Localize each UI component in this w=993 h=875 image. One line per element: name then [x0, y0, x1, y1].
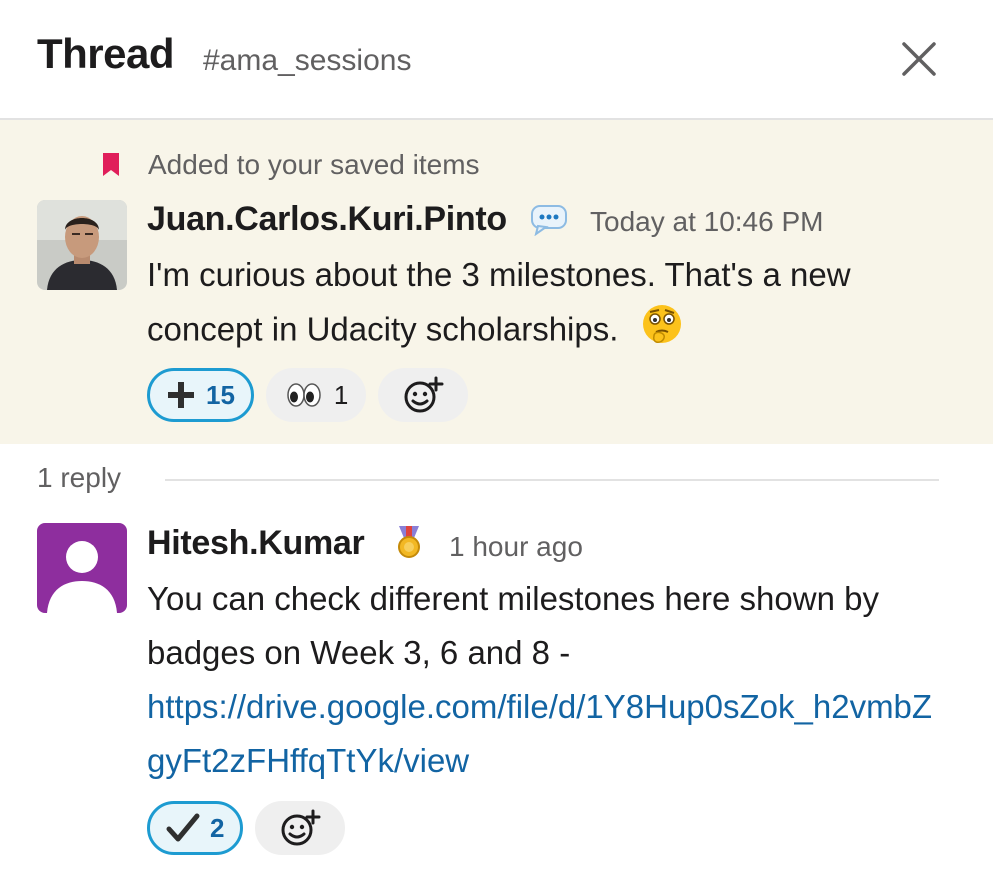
- add-reaction-button[interactable]: [378, 368, 469, 422]
- add-reaction-icon: [402, 376, 444, 414]
- reply-count: 1 reply: [37, 462, 152, 494]
- saved-notice: Added to your saved items: [100, 147, 480, 183]
- divider-line: [165, 479, 939, 481]
- avatar[interactable]: [37, 523, 127, 613]
- message-timestamp[interactable]: Today at 10:46 PM: [590, 206, 823, 238]
- replies-divider: 1 reply: [37, 462, 939, 498]
- heavy-plus-icon: [166, 380, 196, 410]
- add-reaction-icon: [279, 809, 321, 847]
- reaction-bar: 15 1: [147, 368, 469, 422]
- reaction-check[interactable]: 2: [147, 801, 244, 855]
- medal-icon: [394, 524, 424, 565]
- reaction-count: 15: [206, 379, 235, 410]
- message-body: You can check different milestones here …: [147, 572, 947, 788]
- bookmark-icon: [100, 151, 122, 179]
- thread-title: Thread: [37, 30, 175, 77]
- message-author[interactable]: Hitesh.Kumar: [147, 524, 365, 563]
- message-timestamp[interactable]: 1 hour ago: [449, 531, 583, 563]
- thinking-face-icon: [640, 302, 684, 362]
- parent-message[interactable]: Added to your saved items Juan.Carlos.Ku…: [0, 120, 993, 444]
- drive-link[interactable]: https://drive.google.com/file/d/1Y8Hup0s…: [147, 680, 947, 788]
- message-text: I'm curious about the 3 milestones. That…: [147, 256, 851, 348]
- channel-link[interactable]: #ama_sessions: [203, 44, 411, 78]
- saved-notice-text: Added to your saved items: [148, 149, 480, 180]
- check-mark-icon: [166, 812, 200, 844]
- reaction-eyes[interactable]: 1: [265, 368, 367, 422]
- avatar[interactable]: [37, 200, 127, 290]
- eyes-icon: [284, 380, 324, 410]
- speech-bubble-icon: [530, 204, 568, 241]
- message-body: I'm curious about the 3 milestones. That…: [147, 248, 967, 362]
- reaction-plus[interactable]: 15: [147, 368, 254, 422]
- reaction-count: 2: [210, 812, 225, 843]
- reaction-bar: 2: [147, 801, 346, 855]
- reaction-count: 1: [333, 379, 349, 410]
- message-text: You can check different milestones here …: [147, 580, 879, 671]
- message-author[interactable]: Juan.Carlos.Kuri.Pinto: [147, 200, 507, 239]
- add-reaction-button[interactable]: [255, 801, 346, 855]
- thread-header: Thread #ama_sessions: [0, 0, 993, 120]
- close-icon[interactable]: [898, 38, 940, 80]
